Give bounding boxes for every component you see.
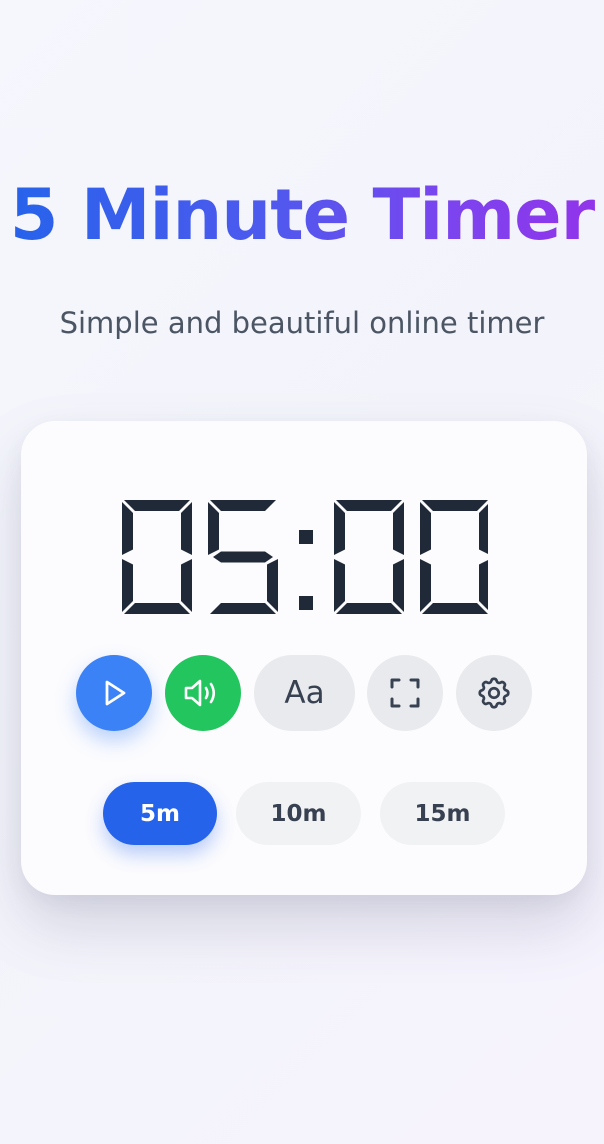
digit-segment <box>422 500 488 511</box>
preset-15m-button[interactable]: 15m <box>380 782 505 845</box>
timer-display <box>122 500 488 614</box>
digit-segment <box>420 502 431 555</box>
settings-button[interactable] <box>456 655 532 731</box>
page-subtitle: Simple and beautiful online timer <box>59 306 545 340</box>
digit-segment <box>181 502 192 555</box>
digit-segment <box>210 500 276 511</box>
digit-segment <box>267 559 278 612</box>
digit-segment <box>393 559 404 612</box>
digit-segment <box>336 500 402 511</box>
colon-dot <box>299 530 313 544</box>
font-button[interactable]: Aa <box>254 655 355 731</box>
digit-segment <box>213 551 273 563</box>
sound-toggle-button[interactable] <box>165 655 241 731</box>
digit-segment <box>422 603 488 614</box>
digit-segment <box>210 603 276 614</box>
digit-segment <box>479 504 488 554</box>
preset-label: 5m <box>140 800 180 827</box>
colon-dot <box>299 596 313 610</box>
digit-segment <box>334 559 345 612</box>
speaker-icon <box>183 677 223 709</box>
play-icon <box>99 678 129 708</box>
fullscreen-button[interactable] <box>367 655 443 731</box>
digit-segment <box>181 559 192 612</box>
digit-segment <box>420 559 431 612</box>
gear-icon <box>475 674 513 712</box>
digit-segment <box>124 500 190 511</box>
digit-segment <box>124 603 190 614</box>
digit-segment <box>208 502 219 555</box>
preset-5m-button[interactable]: 5m <box>103 782 217 845</box>
fullscreen-icon <box>389 677 421 709</box>
digit-segment <box>122 559 133 612</box>
digit-segment <box>334 502 345 555</box>
digit-segment <box>336 603 402 614</box>
page-title: 5 Minute Timer <box>0 170 604 260</box>
digit-segment <box>393 502 404 555</box>
digit-segment <box>122 502 133 555</box>
preset-label: 10m <box>270 800 327 827</box>
play-button[interactable] <box>76 655 152 731</box>
preset-label: 15m <box>414 800 471 827</box>
digit-segment <box>479 560 488 610</box>
font-button-label: Aa <box>284 675 325 711</box>
preset-10m-button[interactable]: 10m <box>236 782 361 845</box>
